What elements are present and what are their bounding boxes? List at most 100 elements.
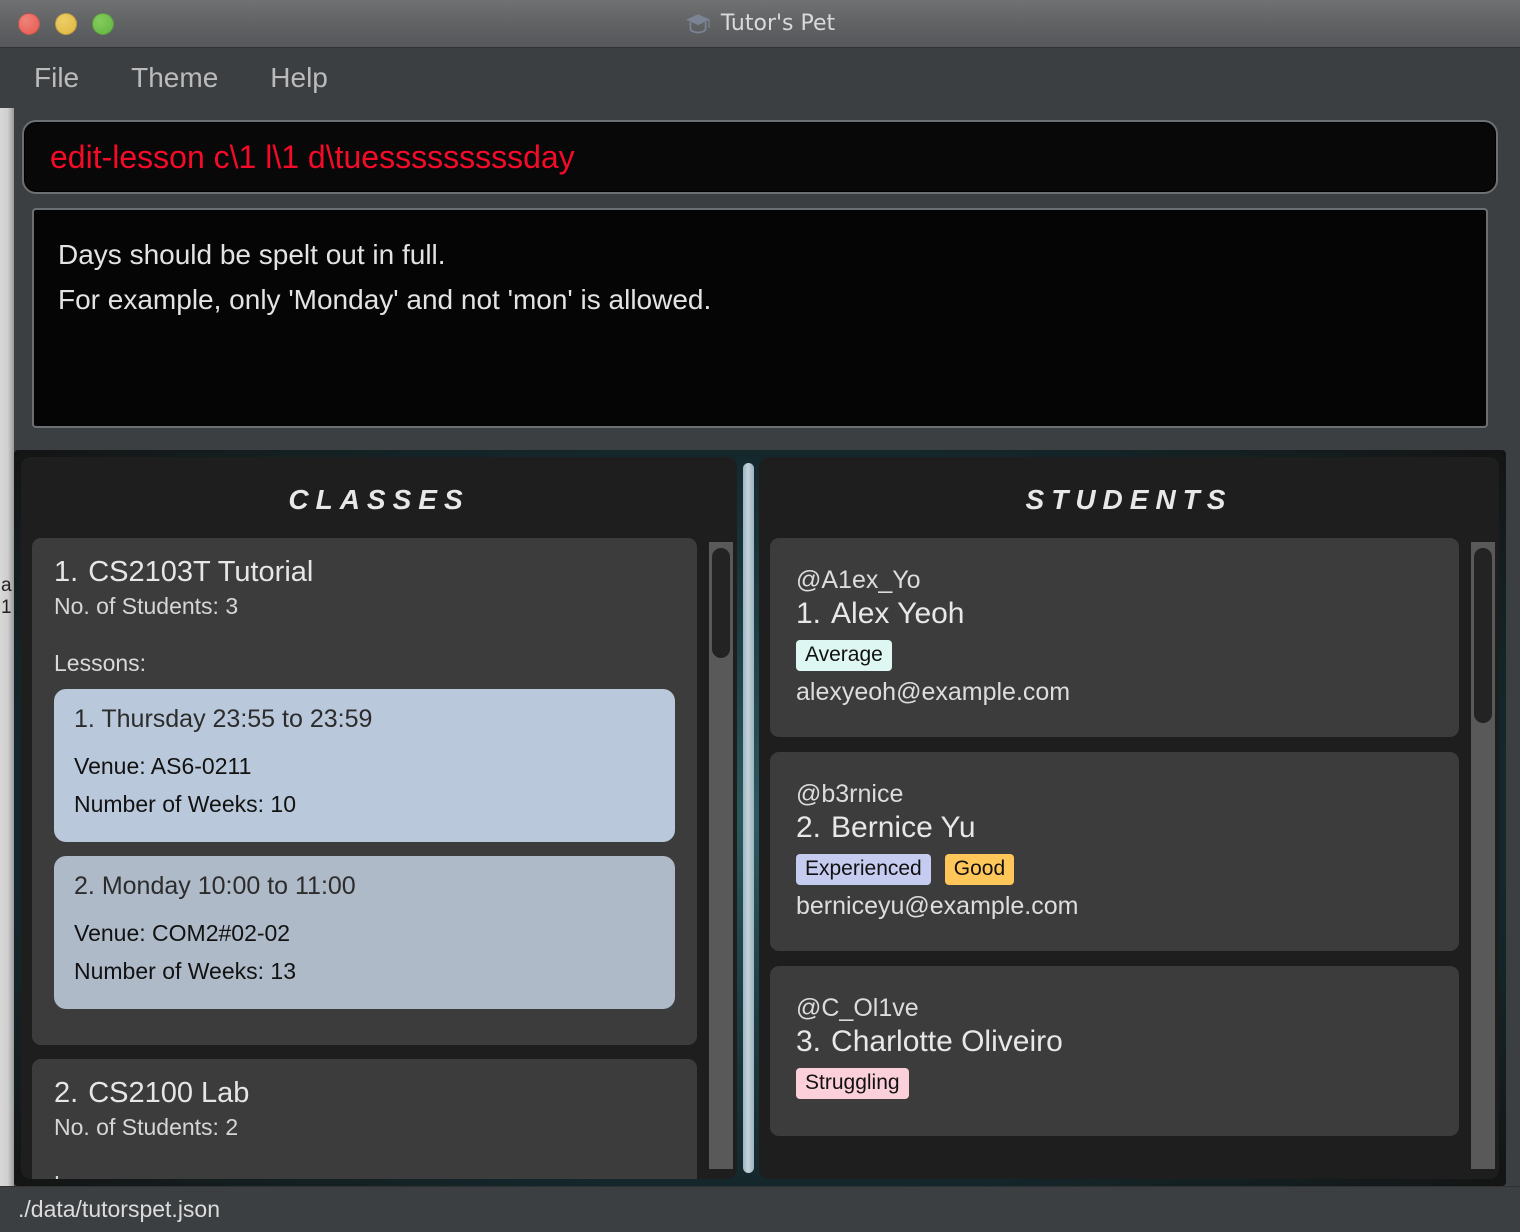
class-card-title: 1. CS2103T Tutorial [54, 556, 675, 589]
classes-list: 1. CS2103T Tutorial No. of Students: 3 Le… [32, 538, 705, 1179]
students-scrollbar-thumb[interactable] [1474, 548, 1492, 723]
student-tag[interactable]: Struggling [796, 1068, 909, 1099]
lesson-time: Thursday 23:55 to 23:59 [101, 705, 373, 733]
lesson-venue-label: Venue: [74, 753, 146, 779]
app-window: a 1 Tutor's Pet File Theme Help edit-les… [0, 0, 1520, 1232]
lesson-time: Monday 10:00 to 11:00 [101, 871, 356, 900]
pane-divider-handle[interactable] [742, 463, 754, 1173]
students-scrollbar[interactable] [1467, 538, 1499, 1179]
student-name-text: Charlotte Oliveiro [831, 1025, 1063, 1058]
class-card-students-count: 3 [225, 593, 239, 619]
maximize-button[interactable] [92, 12, 114, 35]
status-bar: ./data/tutorspet.json [0, 1186, 1520, 1232]
class-card-title: 2. CS2100 Lab [54, 1077, 675, 1110]
lesson-card[interactable]: 2. Monday 10:00 to 11:00 Venue: COM2#02-… [54, 855, 675, 1009]
student-card[interactable]: @A1ex_Yo 1. Alex Yeoh Average alexyeoh@ex… [770, 538, 1459, 737]
lesson-venue-label: Venue: [74, 919, 146, 946]
student-name-text: Bernice Yu [831, 811, 976, 844]
window-title-group: Tutor's Pet [0, 11, 1520, 37]
lesson-weeks: Number of Weeks: 13 [74, 953, 655, 991]
lesson-venue-value: AS6-0211 [150, 753, 252, 779]
student-handle: @C_Ol1ve [796, 994, 919, 1022]
lesson-card[interactable]: 1. Thursday 23:55 to 23:59 Venue: AS6-02… [54, 689, 675, 842]
classes-list-area: 1. CS2103T Tutorial No. of Students: 3 Le… [21, 538, 737, 1179]
command-input-wrapper: edit-lesson c\1 l\1 d\tuesssssssssday [0, 108, 1520, 194]
panels-container: CLASSES 1. CS2103T Tutorial No. of Studen… [14, 450, 1506, 1186]
result-display: Days should be spelt out in full. For ex… [32, 208, 1488, 428]
student-tag-list: Struggling [796, 1068, 1433, 1099]
class-card-index: 1. [54, 556, 79, 588]
command-input[interactable]: edit-lesson c\1 l\1 d\tuesssssssssday [22, 120, 1498, 194]
lesson-index: 1. [74, 705, 95, 733]
student-name: 1. Alex Yeoh [796, 597, 1433, 631]
class-card-index: 2. [54, 1076, 79, 1109]
class-card-name: CS2100 Lab [88, 1076, 250, 1109]
class-card-students: No. of Students: 3 [54, 593, 675, 620]
background-window-sliver-text: a 1 [1, 575, 12, 618]
lesson-weeks: Number of Weeks: 10 [74, 786, 655, 824]
student-email: berniceyu@example.com [796, 892, 1079, 920]
student-handle: @b3rnice [796, 780, 904, 808]
student-handle: @A1ex_Yo [796, 566, 921, 594]
student-card[interactable]: @C_Ol1ve 3. Charlotte Oliveiro Struggling [770, 966, 1459, 1136]
lesson-weeks-value: 13 [270, 957, 297, 984]
lesson-venue: Venue: AS6-0211 [74, 748, 655, 786]
student-index: 3. [796, 1025, 822, 1058]
students-list-area: @A1ex_Yo 1. Alex Yeoh Average alexyeoh@ex… [759, 538, 1499, 1179]
lesson-weeks-label: Number of Weeks: [74, 790, 265, 817]
title-bar: Tutor's Pet [0, 0, 1520, 48]
students-list: @A1ex_Yo 1. Alex Yeoh Average alexyeoh@ex… [770, 538, 1467, 1179]
students-scrollbar-track[interactable] [1471, 542, 1495, 1169]
status-bar-path: ./data/tutorspet.json [18, 1196, 221, 1222]
class-card[interactable]: 2. CS2100 Lab No. of Students: 2 Lessons: [32, 1058, 697, 1179]
student-index: 1. [796, 597, 822, 630]
classes-scrollbar[interactable] [705, 538, 737, 1179]
student-tag[interactable]: Good [944, 854, 1015, 885]
classes-scrollbar-thumb[interactable] [712, 548, 730, 658]
student-name-text: Alex Yeoh [831, 597, 965, 630]
class-card[interactable]: 1. CS2103T Tutorial No. of Students: 3 Le… [32, 538, 697, 1045]
pane-divider[interactable] [737, 457, 759, 1179]
classes-scrollbar-track[interactable] [709, 542, 733, 1169]
lesson-weeks-value: 10 [270, 790, 297, 817]
student-email: alexyeoh@example.com [796, 678, 1071, 706]
command-input-value: edit-lesson c\1 l\1 d\tuesssssssssday [50, 138, 575, 175]
classes-panel-title: CLASSES [288, 484, 470, 515]
student-tag[interactable]: Experienced [796, 854, 931, 885]
lesson-weeks-label: Number of Weeks: [74, 957, 265, 984]
menu-item-theme[interactable]: Theme [131, 62, 218, 94]
graduation-cap-icon [685, 13, 710, 33]
result-line-2: For example, only 'Monday' and not 'mon'… [58, 284, 712, 316]
traffic-light-group [18, 12, 114, 35]
menu-bar: File Theme Help [0, 48, 1520, 108]
lesson-index: 2. [74, 871, 95, 900]
student-index: 2. [796, 811, 822, 844]
student-tag-list: Experienced Good [796, 854, 1433, 885]
minimize-button[interactable] [55, 12, 77, 35]
result-line-1: Days should be spelt out in full. [58, 239, 446, 270]
lesson-venue-value: COM2#02-02 [152, 919, 291, 946]
menu-item-file[interactable]: File [34, 62, 79, 94]
close-button[interactable] [18, 12, 40, 35]
class-card-students-label: No. of Students: [54, 593, 219, 619]
class-card-students: No. of Students: 2 [54, 1114, 675, 1141]
class-card-lessons-label: Lessons: [54, 1171, 675, 1179]
class-card-lessons-label: Lessons: [54, 650, 147, 676]
menu-item-help[interactable]: Help [270, 62, 328, 94]
student-name: 2. Bernice Yu [796, 811, 1433, 845]
class-card-students-label: No. of Students: [54, 1113, 219, 1140]
student-name: 3. Charlotte Oliveiro [796, 1025, 1433, 1059]
student-tag[interactable]: Average [796, 640, 892, 671]
students-panel-title: STUDENTS [1025, 484, 1233, 515]
lesson-schedule: 2. Monday 10:00 to 11:00 [74, 872, 655, 901]
lesson-venue: Venue: COM2#02-02 [74, 915, 655, 953]
result-display-wrapper: Days should be spelt out in full. For ex… [0, 194, 1520, 428]
students-panel: STUDENTS @A1ex_Yo 1. Alex Yeoh Average al… [759, 457, 1499, 1179]
split-pane: CLASSES 1. CS2103T Tutorial No. of Studen… [21, 457, 1499, 1179]
lesson-schedule: 1. Thursday 23:55 to 23:59 [74, 705, 655, 734]
student-card[interactable]: @b3rnice 2. Bernice Yu Experienced Good b… [770, 752, 1459, 951]
window-title: Tutor's Pet [720, 11, 836, 36]
student-tag-list: Average [796, 640, 1433, 671]
class-card-name: CS2103T Tutorial [88, 556, 314, 588]
classes-panel: CLASSES 1. CS2103T Tutorial No. of Studen… [21, 457, 737, 1179]
